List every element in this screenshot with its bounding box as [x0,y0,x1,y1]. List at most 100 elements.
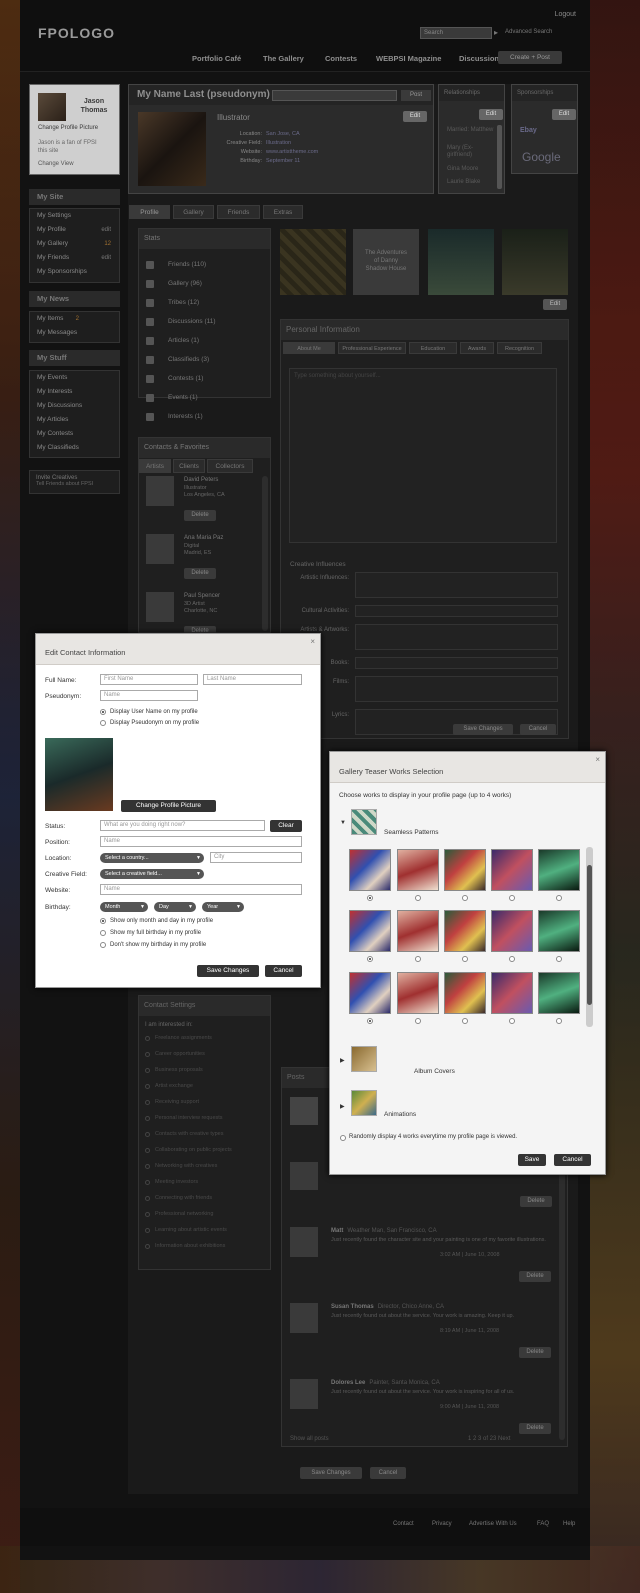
personal-tab[interactable]: Awards [460,342,494,354]
creative-field-input[interactable] [355,605,558,617]
creative-field-input[interactable] [355,676,558,702]
stats-item[interactable]: Tribes (12) [146,298,266,317]
post-author[interactable]: Susan Thomas Director, Chico Anne, CA [331,1304,444,1310]
stats-item[interactable]: Gallery (96) [146,279,266,298]
sidebar-item-items[interactable]: My Items 2 [30,312,119,326]
stats-item[interactable]: Friends (110) [146,260,266,279]
work-thumbnail[interactable] [397,972,439,1014]
sidebar-item-sponsorships[interactable]: My Sponsorships [30,265,119,279]
contact-setting-checkbox[interactable] [145,1228,150,1233]
contact-setting-checkbox[interactable] [145,1052,150,1057]
post-delete-button[interactable]: Delete [519,1423,551,1434]
nav-contests[interactable]: Contests [325,54,357,63]
contact-setting-checkbox[interactable] [145,1132,150,1137]
birthday-option-radio[interactable] [100,930,106,936]
creative-field-input[interactable] [355,657,558,669]
cancel-button[interactable]: Cancel [265,965,302,977]
post-avatar[interactable] [290,1379,318,1409]
contact-setting-checkbox[interactable] [145,1036,150,1041]
stats-item[interactable]: Discussions (11) [146,317,266,336]
stats-item[interactable]: Classifieds (3) [146,355,266,374]
work-thumbnail[interactable] [349,849,391,891]
position-input[interactable]: Name [100,836,302,847]
contact-name[interactable]: Ana Maria Paz [184,535,223,541]
sidebar-item-friends[interactable]: My Friends edit [30,251,119,265]
contact-avatar[interactable] [146,592,174,622]
expand-group-icon[interactable]: ▼ [340,820,346,826]
sidebar-item-discussions[interactable]: My Discussions [30,399,119,413]
post-author[interactable]: Matt Weather Man, San Francisco, CA [331,1228,437,1234]
search-input[interactable]: Search [420,27,492,39]
year-select[interactable]: Year ▼ [202,902,244,912]
profile-edit-button[interactable]: Edit [403,111,427,122]
tab-clients[interactable]: Clients [173,459,205,473]
site-logo[interactable]: FPOLOGO [38,25,115,41]
work-thumbnail[interactable] [397,910,439,952]
post-avatar[interactable] [290,1227,318,1257]
contact-setting-checkbox[interactable] [145,1148,150,1153]
sidebar-item-interests[interactable]: My Interests [30,385,119,399]
nav-magazine[interactable]: WEBPSI Magazine [376,54,441,63]
post-avatar[interactable] [290,1097,318,1125]
contact-delete-button[interactable]: Delete [184,568,216,579]
creative-field-select[interactable]: Select a creative field... ▼ [100,869,204,879]
google-logo[interactable]: Google [522,150,561,164]
nav-portfolio-cafe[interactable]: Portfolio Café [192,54,241,63]
work-thumbnail[interactable] [491,910,533,952]
work-select-radio[interactable] [556,895,562,901]
city-input[interactable]: City [210,852,302,863]
relationship-item[interactable]: Mary (Ex-girlfriend) [447,145,497,159]
display-username-radio[interactable] [100,709,106,715]
sidebar-item-contests[interactable]: My Contests [30,427,119,441]
tab-profile[interactable]: Profile [129,205,170,219]
work-select-radio[interactable] [462,1018,468,1024]
gallery-thumb-pattern[interactable] [280,229,346,295]
personal-tab[interactable]: Recognition [497,342,542,354]
contacts-scrollbar[interactable] [262,476,268,631]
work-thumbnail[interactable] [538,849,580,891]
modal2-cancel-button[interactable]: Cancel [554,1154,591,1166]
expand-group-icon[interactable]: ▶ [340,1057,345,1064]
bottom-save-button[interactable]: Save Changes [300,1467,362,1479]
work-thumbnail[interactable] [538,972,580,1014]
advanced-search-link[interactable]: Advanced Search [505,29,552,35]
work-thumbnail[interactable] [349,972,391,1014]
work-thumbnail[interactable] [491,849,533,891]
footer-help[interactable]: Help [563,1521,575,1527]
work-thumbnail[interactable] [444,910,486,952]
sidebar-item-classifieds[interactable]: My Classifieds [30,441,119,455]
work-select-radio[interactable] [367,895,373,901]
work-thumbnail[interactable] [444,849,486,891]
post-delete-button[interactable]: Delete [519,1347,551,1358]
sidebar-item-gallery[interactable]: My Gallery 12 [30,237,119,251]
personal-tab[interactable]: Education [409,342,457,354]
work-thumbnail[interactable] [491,972,533,1014]
contact-setting-checkbox[interactable] [145,1180,150,1185]
stats-item[interactable]: Articles (1) [146,336,266,355]
contact-delete-button[interactable]: Delete [184,510,216,521]
personal-tab[interactable]: Professional Experience [338,342,406,354]
work-thumbnail[interactable] [538,910,580,952]
display-pseudonym-radio[interactable] [100,720,106,726]
contact-setting-checkbox[interactable] [145,1100,150,1105]
footer-privacy[interactable]: Privacy [432,1521,452,1527]
logout-link[interactable]: Logout [555,11,576,18]
birthday-option-radio[interactable] [100,918,106,924]
work-select-radio[interactable] [556,1018,562,1024]
footer-advertise[interactable]: Advertise With Us [469,1521,517,1527]
nav-gallery[interactable]: The Gallery [263,54,304,63]
clear-button[interactable]: Clear [270,820,302,832]
contact-setting-checkbox[interactable] [145,1196,150,1201]
contact-setting-checkbox[interactable] [145,1212,150,1217]
personal-cancel-button[interactable]: Cancel [520,724,556,735]
relationship-item[interactable]: Laurie Blake [447,179,480,185]
work-select-radio[interactable] [462,956,468,962]
sidebar-item-profile[interactable]: My Profile edit [30,223,119,237]
posts-pager[interactable]: 1 2 3 of 23 Next [468,1436,510,1442]
contact-avatar[interactable] [146,476,174,506]
pseudonym-input[interactable]: Name [100,690,198,701]
contact-setting-checkbox[interactable] [145,1244,150,1249]
works-scrollbar-thumb[interactable] [587,865,592,1005]
contact-setting-checkbox[interactable] [145,1116,150,1121]
birthday-option-radio[interactable] [100,942,106,948]
